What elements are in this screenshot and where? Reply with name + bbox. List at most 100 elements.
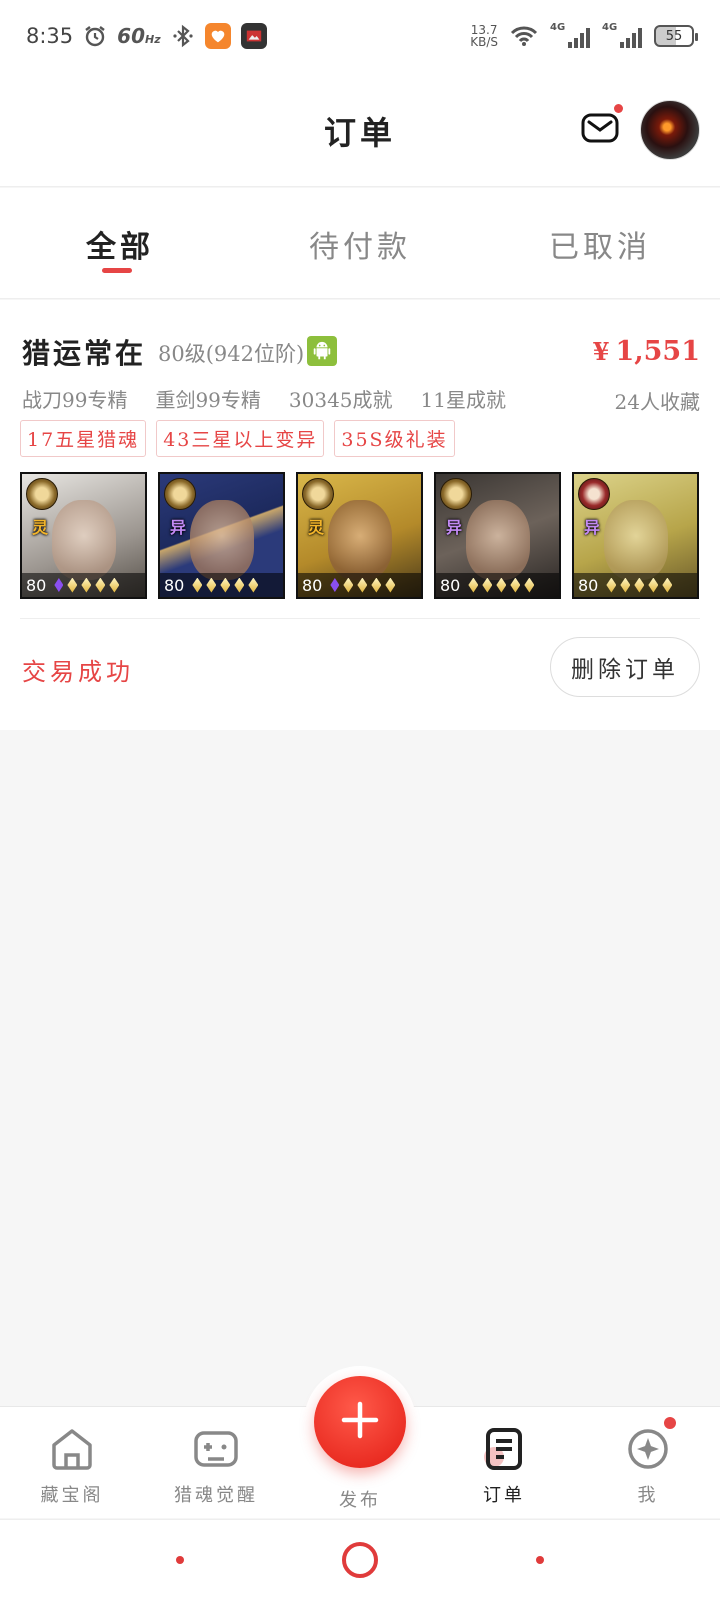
hero-portrait	[52, 500, 116, 580]
star-icon	[192, 577, 203, 593]
tab-cancelled[interactable]: 已取消	[480, 188, 720, 298]
account-attributes: 战刀99专精 重剑99专精 30345成就 11星成就	[22, 384, 506, 413]
avatar[interactable]	[640, 100, 700, 160]
rank-emblem-icon	[440, 478, 472, 510]
signal-icon: 4G	[550, 22, 590, 48]
order-icon	[480, 1427, 528, 1475]
star-icon	[510, 577, 521, 593]
publish-button[interactable]	[314, 1376, 406, 1468]
tag: 43三星以上变异	[156, 420, 325, 457]
attribute: 战刀99专精	[22, 388, 128, 412]
gem-icon	[330, 578, 340, 592]
star-icon	[81, 577, 92, 593]
rank-emblem-icon	[164, 478, 196, 510]
publish-label: 发布	[339, 1490, 381, 1511]
account-level: 80级(942位阶)	[158, 342, 305, 366]
refresh-rate: 60Hz	[117, 24, 161, 48]
battery-indicator: 55	[654, 25, 698, 47]
star-icon	[95, 577, 106, 593]
signal-icon: 4G	[602, 22, 642, 48]
hero-level: 80	[578, 575, 599, 595]
hero-portrait	[190, 500, 254, 580]
hero-type: 异	[584, 518, 601, 537]
status-time: 8:35	[26, 24, 74, 48]
hero-card: 灵 80	[20, 472, 147, 599]
order-status: 交易成功	[22, 658, 134, 686]
hero-portrait	[604, 500, 668, 580]
hero-portrait	[328, 500, 392, 580]
hero-footer: 80	[436, 573, 559, 597]
star-icon	[662, 577, 673, 593]
star-icon	[524, 577, 535, 593]
hero-card: 异 80	[434, 472, 561, 599]
star-icon	[248, 577, 259, 593]
star-icon	[606, 577, 617, 593]
tab-active-indicator	[102, 268, 132, 273]
star-icon	[371, 577, 382, 593]
star-icon	[634, 577, 645, 593]
star-icon	[496, 577, 507, 593]
order-tabs: 全部 待付款 已取消	[0, 188, 720, 299]
tag: 35S级礼装	[334, 420, 455, 457]
hero-footer: 80	[298, 573, 421, 597]
hero-level: 80	[26, 575, 47, 595]
hero-type: 异	[446, 518, 463, 537]
recents-button[interactable]	[536, 1556, 544, 1564]
star-icon	[109, 577, 120, 593]
gamepad-icon	[192, 1427, 240, 1475]
hero-card: 异 80	[572, 472, 699, 599]
header-bar: 订单	[0, 72, 720, 187]
publish-label-row: 发布	[0, 1486, 720, 1512]
star-icon	[357, 577, 368, 593]
mail-icon	[580, 113, 620, 152]
hero-footer: 80	[22, 573, 145, 597]
wifi-icon	[510, 25, 538, 47]
system-nav-bar	[0, 1519, 720, 1600]
rank-emblem-icon	[578, 478, 610, 510]
compass-icon	[624, 1427, 672, 1475]
home-icon	[48, 1427, 96, 1475]
hero-type: 异	[170, 518, 187, 537]
hero-footer: 80	[574, 573, 697, 597]
account-name: 猎运常在	[22, 337, 147, 370]
hero-type: 灵	[32, 518, 49, 537]
hero-footer: 80	[160, 573, 283, 597]
attribute: 重剑99专精	[155, 388, 261, 412]
divider	[20, 618, 700, 619]
plus-icon	[340, 1400, 380, 1444]
star-icon	[468, 577, 479, 593]
star-icon	[648, 577, 659, 593]
notification-dot	[614, 104, 623, 113]
hero-level: 80	[440, 575, 461, 595]
tag: 17五星猎魂	[20, 420, 147, 457]
network-speed: 13.7 KB/S	[470, 23, 498, 49]
home-button[interactable]	[342, 1542, 378, 1578]
attribute: 11星成就	[420, 388, 506, 412]
star-icon	[220, 577, 231, 593]
hero-type: 灵	[308, 518, 325, 537]
price: ¥1,551	[592, 336, 700, 367]
health-app-icon	[204, 23, 231, 49]
message-button[interactable]	[580, 108, 620, 148]
star-icon	[67, 577, 78, 593]
hero-card: 异 80	[158, 472, 285, 599]
tag-list: 17五星猎魂 43三星以上变异 35S级礼装	[20, 420, 455, 457]
android-icon	[307, 336, 337, 366]
delete-order-button[interactable]: 删除订单	[550, 637, 700, 697]
tab-all[interactable]: 全部	[0, 188, 240, 298]
order-card[interactable]: 猎运常在 80级(942位阶) ¥1,551 战刀99专精 重剑99专精 303…	[0, 300, 720, 730]
star-icon	[385, 577, 396, 593]
rank-emblem-icon	[302, 478, 334, 510]
notification-dot	[664, 1417, 676, 1429]
back-button[interactable]	[176, 1556, 184, 1564]
tab-pending-payment[interactable]: 待付款	[240, 188, 480, 298]
star-icon	[620, 577, 631, 593]
hero-level: 80	[302, 575, 323, 595]
hero-portrait	[466, 500, 530, 580]
status-bar: 8:35 60Hz 13.7 KB/S 4G 4G 55	[0, 0, 720, 72]
star-icon	[234, 577, 245, 593]
attribute: 30345成就	[288, 388, 393, 412]
hero-list: 灵 80 异 80 灵 80 异 80 异 80	[20, 472, 699, 599]
bluetooth-icon	[171, 24, 195, 48]
hero-level: 80	[164, 575, 185, 595]
